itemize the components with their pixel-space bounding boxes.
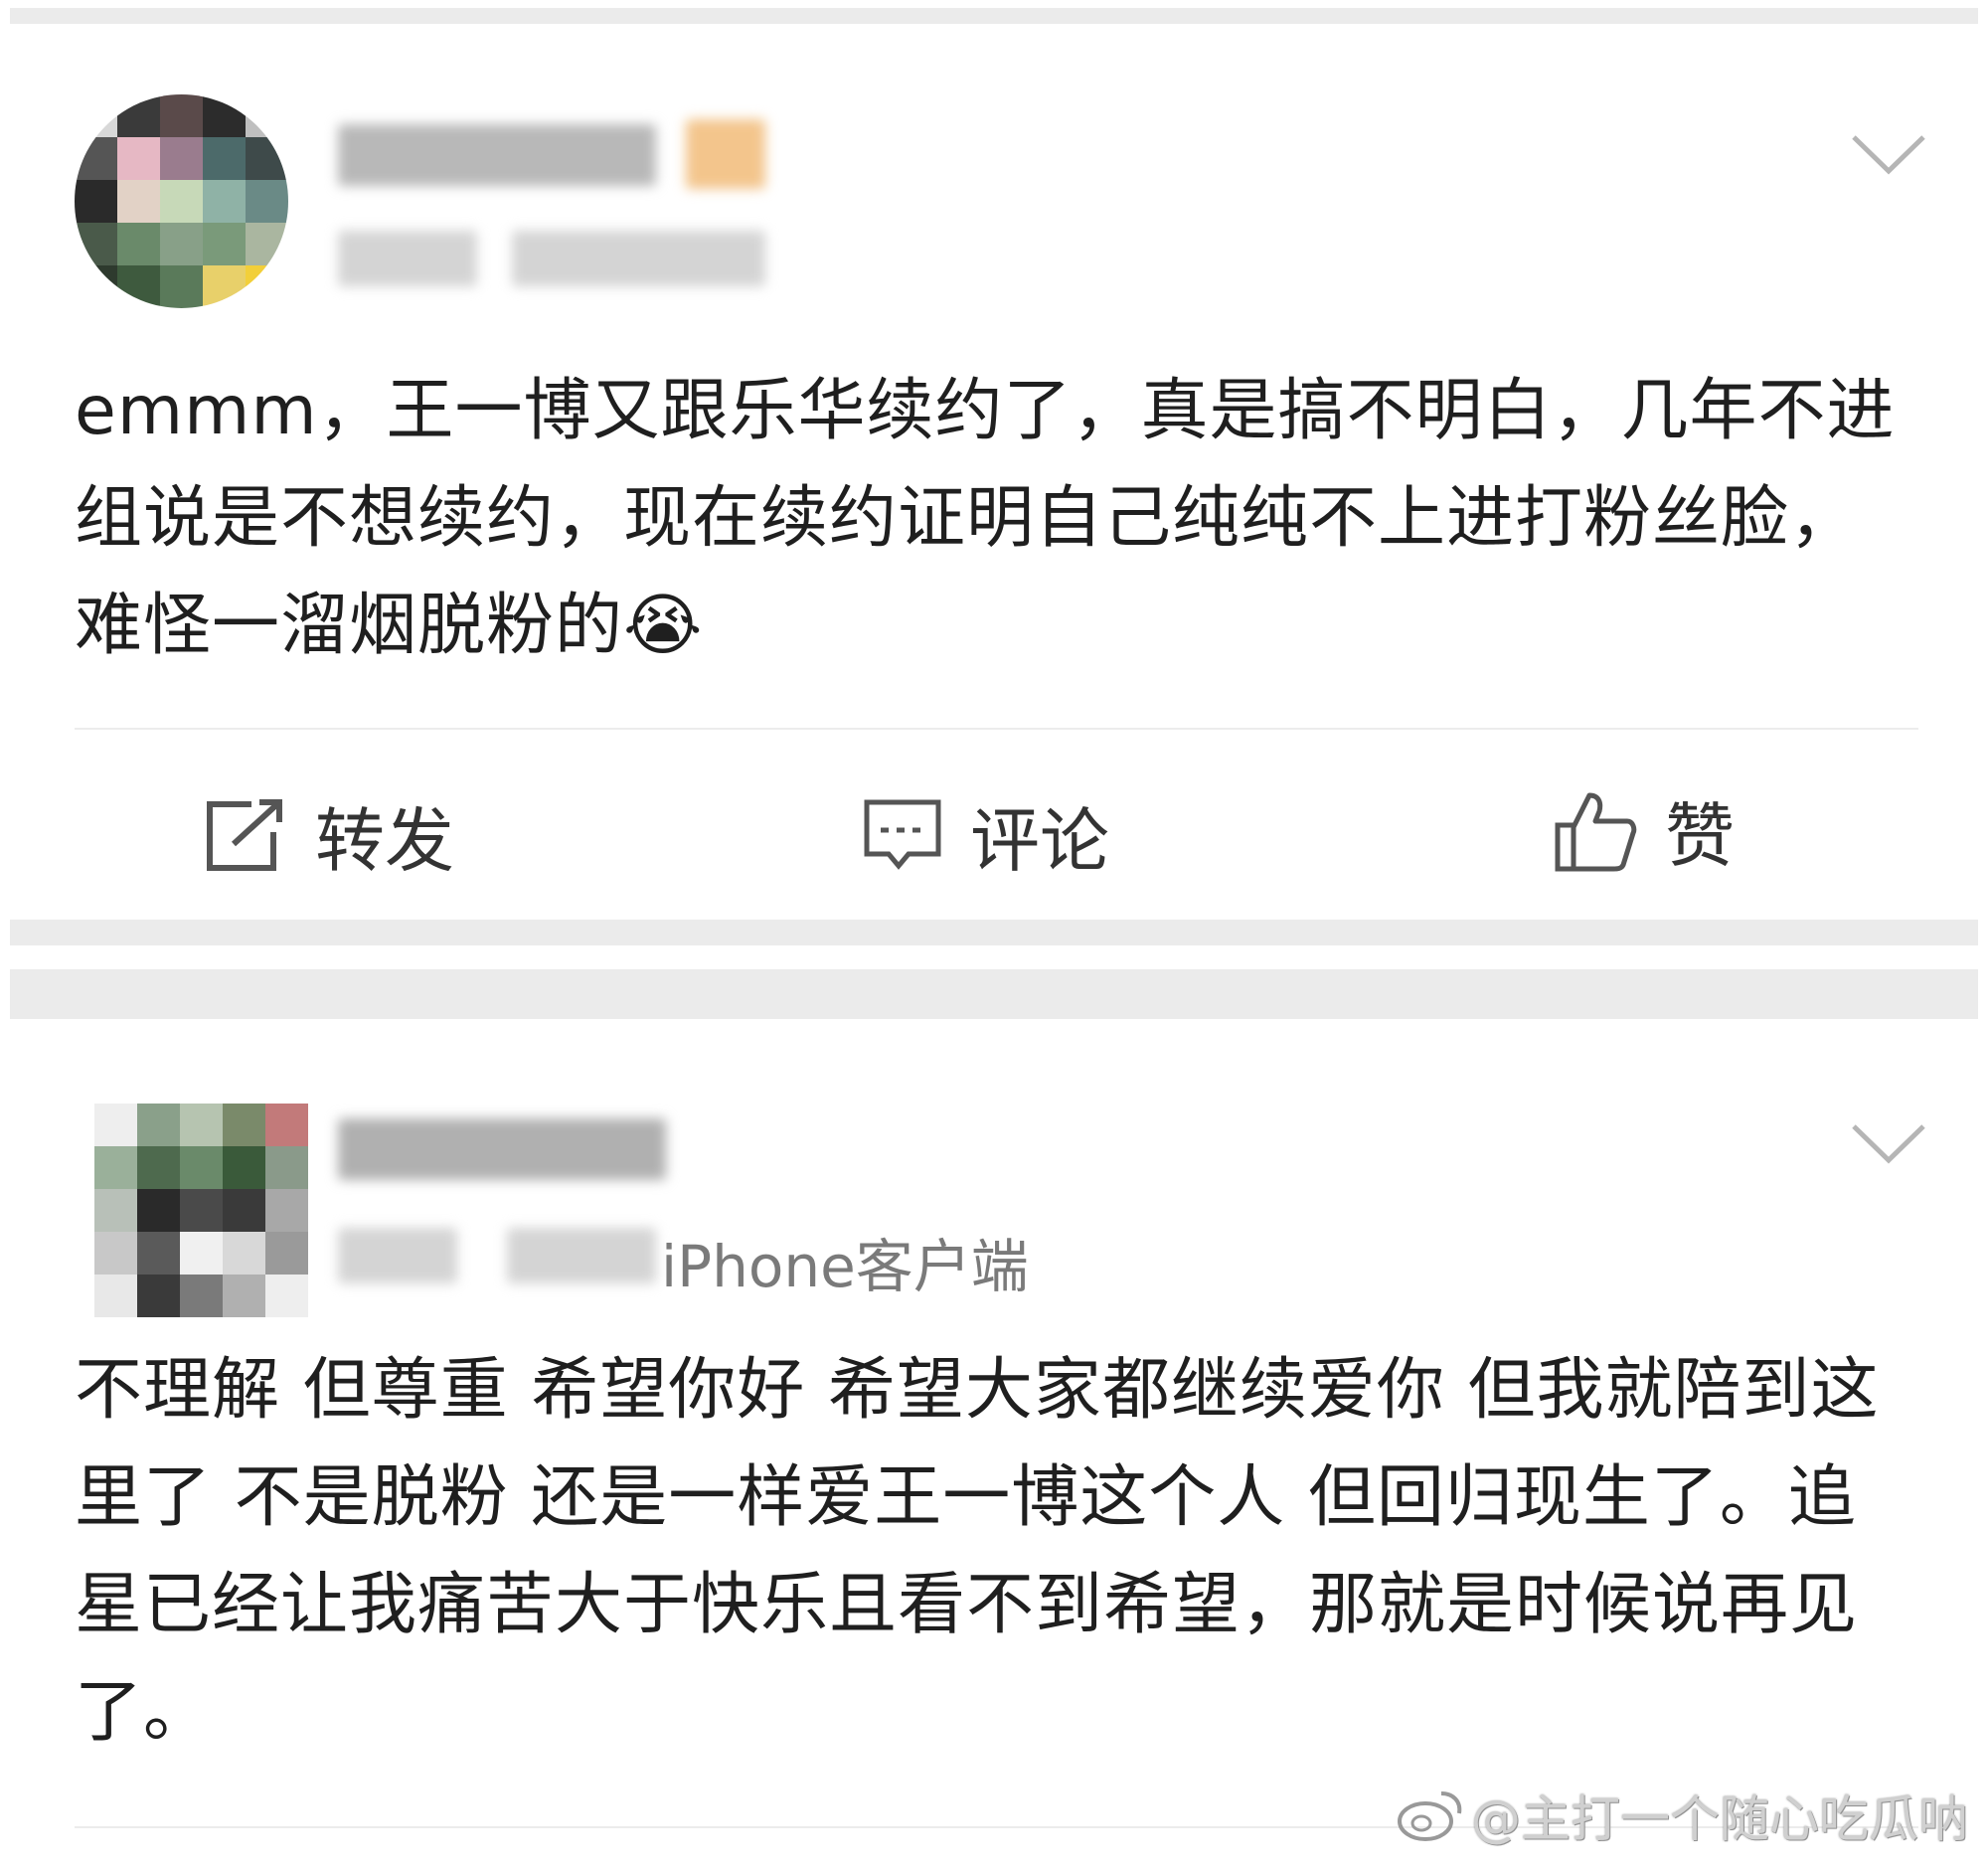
like-button[interactable]: 赞 [1554,780,1735,881]
comment-label: 评论 [970,800,1109,882]
divider [75,728,1918,730]
avatar[interactable] [75,94,288,308]
comment-icon [864,799,941,870]
card-separator-2 [10,969,1978,1019]
weibo-watermark: @主打一个随心吃瓜呐 [1396,1780,1968,1851]
timestamp-redacted [338,1228,457,1283]
source-redacted [512,231,765,286]
watermark-text: @主打一个随心吃瓜呐 [1471,1790,1968,1848]
chevron-down-icon[interactable] [1849,1118,1928,1168]
like-label: 赞 [1665,795,1735,877]
card-separator [10,920,1978,945]
timestamp-redacted [338,231,477,286]
avatar[interactable] [94,1104,308,1317]
username-redacted[interactable] [338,124,656,186]
date-redacted [507,1228,656,1283]
repost-label: 转发 [315,800,454,882]
post-content: emmm，王一博又跟乐华续约了，真是搞不明白，几年不进组说是不想续约，现在续约证… [75,372,1896,665]
repost-button[interactable]: 转发 [204,785,454,886]
member-badge-redacted [686,119,765,189]
post-content: 不理解 但尊重 希望你好 希望大家都继续爱你 但我就陪到这里了 不是脱粉 还是一… [75,1351,1880,1752]
post-card-1: emmm，王一博又跟乐华续约了，真是搞不明白，几年不进组说是不想续约，现在续约证… [0,0,1988,920]
like-icon [1555,792,1637,871]
comment-button[interactable]: 评论 [863,785,1109,886]
post-card-2: iPhone客户端 不理解 但尊重 希望你好 希望大家都继续爱你 但我就陪到这里… [0,1019,1988,1871]
client-label: iPhone客户端 [661,1233,1029,1300]
chevron-down-icon[interactable] [1849,129,1928,179]
repost-icon [207,798,282,871]
weibo-logo [1398,1791,1462,1841]
username-redacted[interactable] [338,1118,666,1180]
